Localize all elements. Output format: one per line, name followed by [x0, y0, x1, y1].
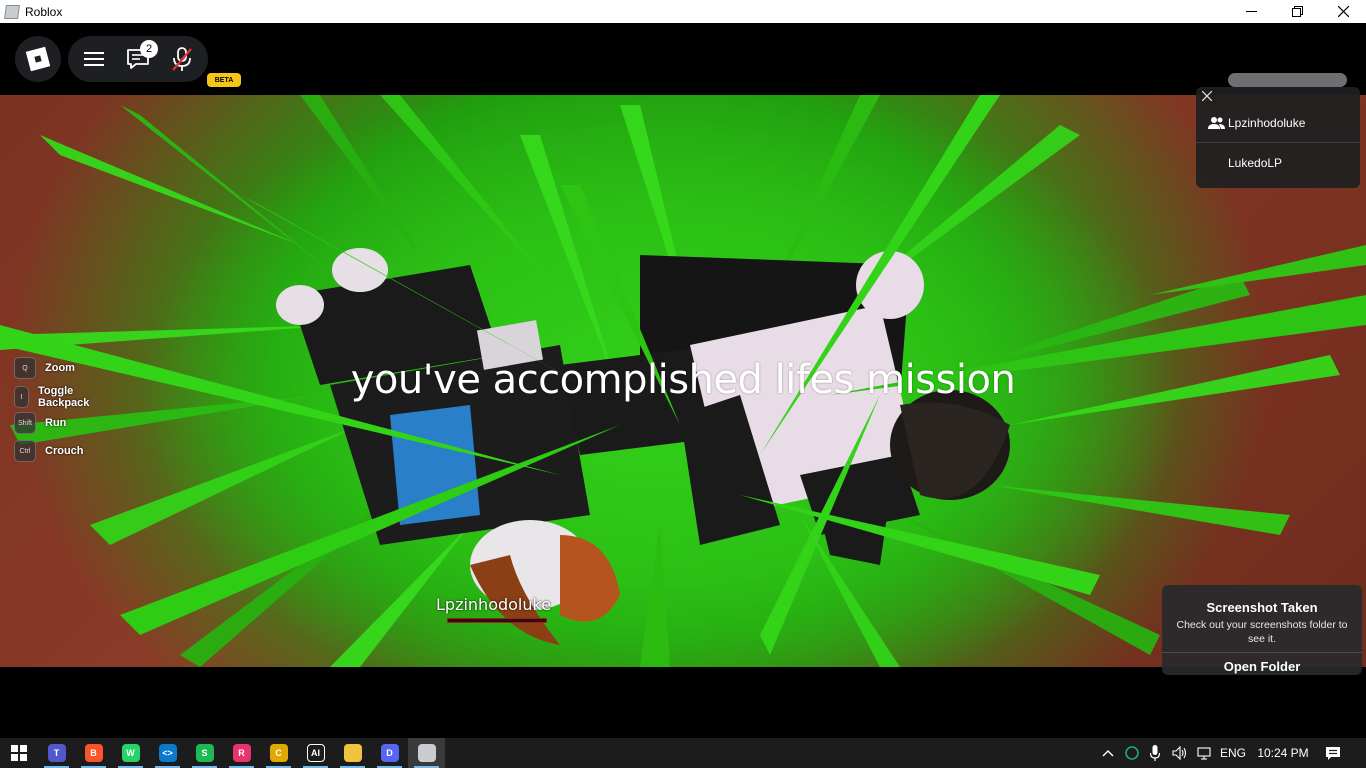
screenshot-toast: Screenshot Taken Check out your screensh… [1162, 585, 1362, 675]
app-icon: R [232, 744, 251, 762]
start-button[interactable] [0, 738, 37, 768]
taskbar-app-chrome[interactable]: C [260, 738, 297, 768]
mission-text: you've accomplished lifes mission [350, 357, 1016, 403]
spotify-icon: S [195, 744, 214, 762]
player-name: Lpzinhodoluke [1228, 116, 1306, 130]
roblox-icon [417, 744, 436, 762]
taskbar-app-spotify[interactable]: S [186, 738, 223, 768]
taskbar-app-openai[interactable]: AI [297, 738, 334, 768]
open-folder-button[interactable]: Open Folder [1162, 659, 1362, 674]
close-icon [1202, 91, 1212, 101]
hint-label: Crouch [45, 445, 84, 457]
close-icon [1337, 6, 1349, 17]
restore-icon [1291, 6, 1303, 17]
taskbar-app-teams[interactable]: T [38, 738, 75, 768]
mic-muted-icon [172, 47, 192, 71]
hint-label: Toggle Backpack [38, 385, 90, 409]
friends-icon [1208, 117, 1225, 129]
restore-button[interactable] [1274, 0, 1320, 23]
toast-title: Screenshot Taken [1206, 600, 1318, 615]
taskbar-app-app[interactable]: R [223, 738, 260, 768]
chrome-icon: C [269, 744, 288, 762]
microphone-icon [1150, 745, 1160, 761]
windows-logo-icon [10, 745, 27, 761]
volume-button[interactable] [1170, 738, 1190, 768]
hint-crouch: Ctrl Crouch [14, 440, 84, 462]
hint-zoom: Q Zoom [14, 357, 75, 379]
hamburger-menu-icon [84, 52, 104, 66]
key-badge: I [14, 386, 30, 408]
roblox-topbar: 2 BETA [0, 23, 1366, 95]
whatsapp-icon: W [121, 744, 140, 762]
game-viewport[interactable]: you've accomplished lifes mission Q Zoom… [0, 95, 1366, 667]
close-button[interactable] [1320, 0, 1366, 23]
openai-icon: AI [306, 744, 325, 762]
tray-app-icon [1125, 746, 1139, 760]
vscode-icon: <> [158, 744, 177, 762]
taskbar-app-roblox[interactable] [408, 738, 445, 768]
avatar-lukedolp [560, 251, 1010, 565]
player-healthbar [447, 618, 547, 623]
notifications-icon [1326, 746, 1340, 760]
player-list-close-button[interactable] [1200, 89, 1214, 103]
hamburger-menu-button[interactable] [79, 44, 109, 74]
beta-badge: BETA [207, 73, 241, 87]
minimize-icon [1245, 11, 1257, 12]
hint-label: Zoom [45, 362, 75, 374]
language-indicator[interactable]: ENG [1218, 738, 1248, 768]
taskbar-app-brave[interactable]: B [75, 738, 112, 768]
key-badge: Q [14, 357, 36, 379]
window-title: Roblox [25, 4, 63, 19]
tray-app-button[interactable] [1123, 738, 1141, 768]
microphone-tray-button[interactable] [1146, 738, 1164, 768]
divider [1162, 652, 1362, 653]
network-button[interactable] [1195, 738, 1215, 768]
chevron-up-icon [1102, 750, 1114, 757]
mic-button[interactable] [167, 44, 197, 74]
player-name: LukedoLP [1228, 156, 1283, 170]
volume-icon [1172, 746, 1187, 760]
hint-toggle-backpack: I Toggle Backpack [14, 385, 96, 409]
file-explorer-icon [343, 744, 362, 762]
action-center-button[interactable] [1320, 738, 1346, 768]
player-list-item[interactable]: LukedoLP [1196, 143, 1360, 183]
teams-icon: T [47, 744, 66, 762]
discord-icon: D [380, 744, 399, 762]
chat-unread-badge: 2 [140, 40, 158, 58]
toast-body: Check out your screenshots folder to see… [1176, 619, 1348, 645]
taskbar-app-discord[interactable]: D [371, 738, 408, 768]
roblox-logo-icon [25, 46, 51, 72]
health-bar-placeholder [1228, 73, 1347, 87]
clock[interactable]: 10:24 PM [1254, 738, 1312, 768]
taskbar-app-file-explorer[interactable] [334, 738, 371, 768]
player-list-item[interactable]: Lpzinhodoluke [1196, 103, 1360, 143]
topbar-pill [68, 36, 208, 82]
roblox-app-icon [4, 4, 20, 19]
show-hidden-icons-button[interactable] [1098, 738, 1118, 768]
roblox-menu-button[interactable] [15, 36, 61, 82]
network-icon [1197, 747, 1211, 760]
player-nametag: Lpzinhodoluke [436, 595, 552, 614]
key-badge: Ctrl [14, 440, 36, 462]
player-list: Lpzinhodoluke LukedoLP [1196, 87, 1360, 188]
key-badge: Shift [14, 412, 36, 434]
window-titlebar: Roblox [0, 0, 1366, 23]
taskbar-app-whatsapp[interactable]: W [112, 738, 149, 768]
minimize-button[interactable] [1228, 0, 1274, 23]
brave-icon: B [84, 744, 103, 762]
windows-taskbar: T B W <> S R C AI D ENG 10:24 PM [0, 738, 1366, 768]
taskbar-app-vscode[interactable]: <> [149, 738, 186, 768]
hint-run: Shift Run [14, 412, 66, 434]
hint-label: Run [45, 417, 67, 429]
